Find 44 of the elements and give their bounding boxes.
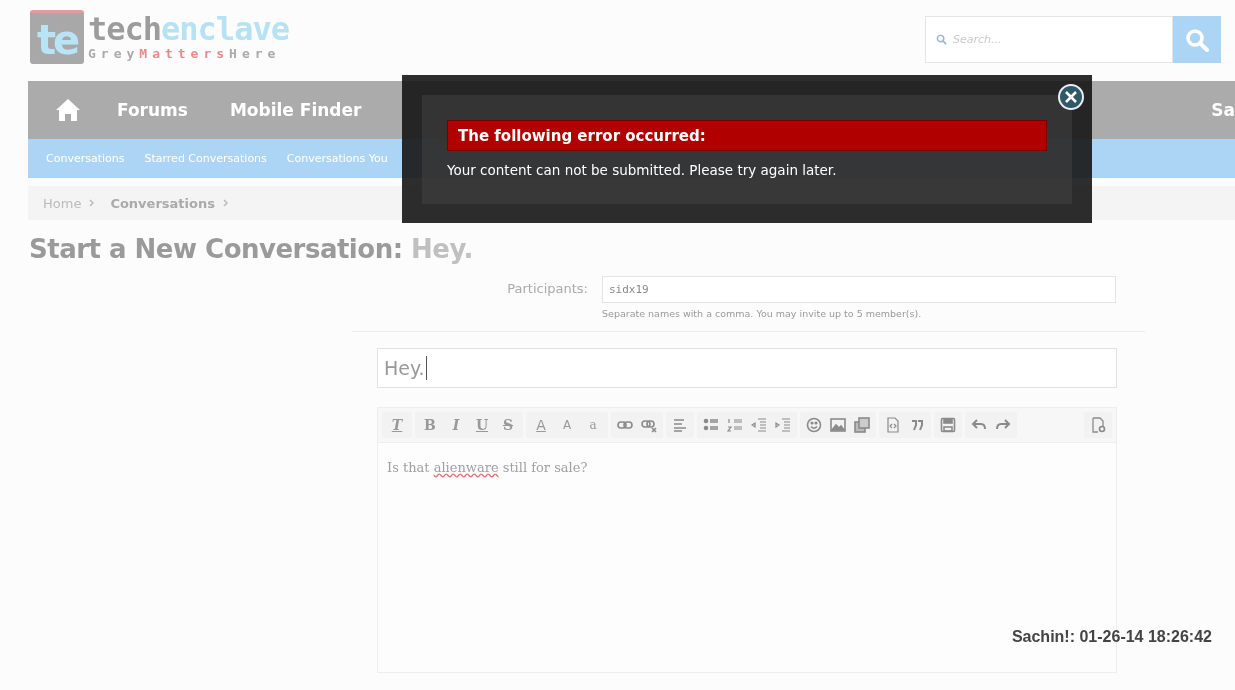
bold-button[interactable]: B xyxy=(421,417,439,433)
sub-nav-link[interactable]: Conversations You xyxy=(286,152,388,165)
outdent-icon[interactable] xyxy=(751,417,767,433)
title-field[interactable]: Hey. xyxy=(377,348,1117,388)
smiley-icon[interactable] xyxy=(806,417,822,433)
image-icon[interactable] xyxy=(830,417,846,433)
font-size-button[interactable]: A xyxy=(558,418,576,432)
search-button[interactable] xyxy=(1173,16,1221,63)
align-left-icon[interactable] xyxy=(672,417,688,433)
nav-tab[interactable]: Forums xyxy=(117,100,188,120)
chevron-icon xyxy=(89,199,95,207)
home-icon[interactable] xyxy=(55,98,81,122)
underline-button[interactable]: U xyxy=(473,417,491,433)
timestamp-overlay: Sachin!: 01-26-14 18:26:42 xyxy=(1011,628,1212,646)
logo-tagline: Grey Matters Here xyxy=(88,46,282,62)
close-icon[interactable] xyxy=(1057,83,1085,111)
indent-icon[interactable] xyxy=(775,417,791,433)
message-text: Is that alienware still for sale? xyxy=(387,460,588,475)
numbered-list-icon[interactable] xyxy=(727,417,743,433)
breadcrumb-link[interactable]: Conversations xyxy=(110,195,215,211)
breadcrumb-link[interactable]: Home xyxy=(43,195,82,211)
quote-marks-icon[interactable] xyxy=(909,417,925,433)
text-color-button[interactable]: A xyxy=(532,417,550,433)
participants-hint: Separate names with a comma. You may invite up to 5 member(s). xyxy=(602,308,923,319)
page-title: Start a New Conversation: Hey. xyxy=(29,234,474,264)
sub-nav-link[interactable]: Starred Conversations xyxy=(144,152,267,165)
strikethrough-button[interactable]: S xyxy=(499,417,517,433)
italic-button[interactable]: I xyxy=(447,417,465,433)
nav-tab[interactable]: Sa xyxy=(1211,100,1235,120)
font-family-button[interactable]: a xyxy=(584,418,602,432)
participants-label: Participants: xyxy=(506,280,588,296)
film-stack-icon[interactable] xyxy=(854,417,870,433)
error-message: Your content can not be submitted. Please try again later. xyxy=(447,162,838,178)
logo-wordmark: techenclave xyxy=(88,12,289,46)
logo-mark: te xyxy=(30,10,84,64)
nav-tab[interactable]: Mobile Finder xyxy=(229,100,362,120)
sub-nav-link[interactable]: Conversations xyxy=(46,152,125,165)
broken-link-icon[interactable] xyxy=(641,417,657,433)
chevron-icon xyxy=(222,199,228,207)
code-page-icon[interactable] xyxy=(885,417,901,433)
participants-field[interactable]: sidx19 xyxy=(602,276,1116,303)
error-title: The following error occurred: xyxy=(447,120,1047,151)
bulleted-list-icon[interactable] xyxy=(703,417,719,433)
search-icon xyxy=(1184,26,1210,53)
